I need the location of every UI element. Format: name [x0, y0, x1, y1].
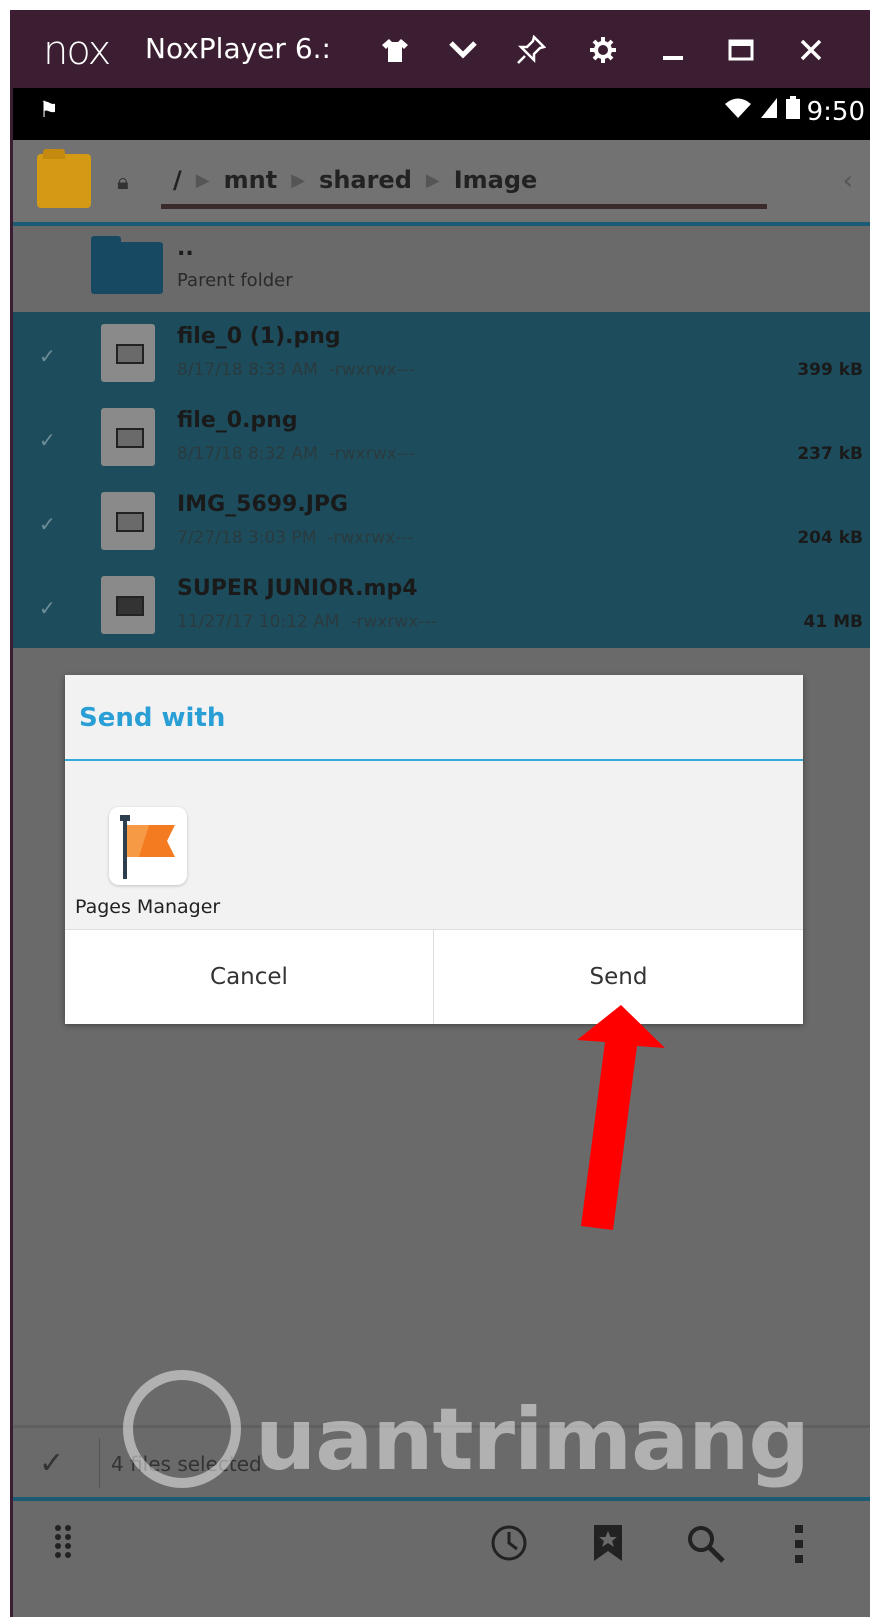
- file-meta: 11/27/17 10:12 AM -rwxrwx---: [177, 612, 437, 632]
- file-row[interactable]: ✓ file_0.png 8/17/18 8:32 AM -rwxrwx--- …: [13, 396, 870, 480]
- status-indicators: 9:50: [723, 96, 865, 127]
- chevron-right-icon: ▶: [291, 169, 306, 191]
- file-row[interactable]: ✓ IMG_5699.JPG 7/27/18 3:03 PM -rwxrwx--…: [13, 480, 870, 564]
- checkbox-icon[interactable]: ✓: [39, 428, 61, 452]
- wifi-icon: [723, 96, 753, 127]
- image-file-icon: [101, 408, 155, 466]
- file-name: IMG_5699.JPG: [177, 492, 349, 517]
- video-file-icon: [101, 576, 155, 634]
- pin-icon[interactable]: [509, 28, 553, 72]
- folder-icon[interactable]: [37, 149, 91, 208]
- window-title: NoxPlayer 6.:: [145, 32, 331, 65]
- quantrimang-watermark: uantrimang: [123, 1370, 810, 1500]
- folder-icon: [91, 236, 163, 294]
- overflow-menu-icon[interactable]: [791, 1523, 807, 1574]
- image-file-icon: [101, 324, 155, 382]
- file-name: file_0.png: [177, 408, 298, 433]
- parent-folder-name: ..: [177, 236, 194, 261]
- clock-time: 9:50: [806, 96, 865, 127]
- lightbulb-logo-icon: [123, 1370, 241, 1488]
- dialog-divider: [65, 759, 803, 761]
- file-meta: 7/27/18 3:03 PM -rwxrwx---: [177, 528, 414, 548]
- status-bar: ⚑ 9:50: [13, 88, 870, 140]
- breadcrumb: / ▶ mnt ▶ shared ▶ Image: [173, 166, 537, 194]
- file-perms: -rwxrwx---: [328, 444, 416, 464]
- file-size: 237 kB: [797, 444, 863, 464]
- close-icon[interactable]: [789, 28, 833, 72]
- bottom-toolbar: [13, 1497, 870, 1617]
- file-meta: 8/17/18 8:32 AM -rwxrwx---: [177, 444, 415, 464]
- file-meta: 8/17/18 8:33 AM -rwxrwx---: [177, 360, 415, 380]
- file-size: 41 MB: [803, 612, 863, 632]
- history-clock-icon[interactable]: [489, 1523, 529, 1572]
- file-row[interactable]: ✓ file_0 (1).png 8/17/18 8:33 AM -rwxrwx…: [13, 312, 870, 396]
- screenshot-frame: nox NoxPlayer 6.: ⚑ 9:50 🔒︎ / ▶ mnt ▶ sh…: [0, 0, 870, 1617]
- checkbox-icon[interactable]: ✓: [39, 512, 61, 536]
- signal-icon: [759, 96, 779, 127]
- title-bar: nox NoxPlayer 6.:: [13, 10, 870, 88]
- breadcrumb-underline: [161, 204, 767, 209]
- checkmark-icon[interactable]: ✓: [39, 1446, 64, 1481]
- home-icon[interactable]: [373, 28, 417, 72]
- red-arrow-annotation: [553, 1000, 673, 1244]
- file-date: 8/17/18 8:32 AM: [177, 444, 318, 464]
- search-icon[interactable]: [685, 1523, 727, 1574]
- file-list: .. Parent folder ✓ file_0 (1).png 8/17/1…: [13, 226, 870, 648]
- file-name: file_0 (1).png: [177, 324, 341, 349]
- app-label[interactable]: Pages Manager: [75, 896, 220, 918]
- breadcrumb-image[interactable]: Image: [454, 166, 538, 194]
- breadcrumb-shared[interactable]: shared: [319, 166, 412, 194]
- cancel-button[interactable]: Cancel: [65, 930, 434, 1024]
- dialog-title: Send with: [79, 703, 226, 733]
- breadcrumb-mnt[interactable]: mnt: [224, 166, 278, 194]
- checkbox-icon[interactable]: ✓: [39, 344, 61, 368]
- bookmark-icon[interactable]: [591, 1523, 625, 1572]
- parent-folder-row[interactable]: .. Parent folder: [13, 226, 870, 312]
- gear-icon[interactable]: [581, 28, 625, 72]
- dialog-button-row: Cancel Send: [65, 929, 803, 1024]
- nox-logo: nox: [43, 28, 111, 74]
- file-perms: -rwxrwx---: [350, 612, 437, 632]
- battery-icon: [785, 96, 801, 127]
- path-bar: 🔒︎ / ▶ mnt ▶ shared ▶ Image ‹: [13, 140, 870, 226]
- parent-folder-label: Parent folder: [177, 270, 293, 291]
- file-date: 8/17/18 8:33 AM: [177, 360, 318, 380]
- notification-flag-icon: ⚑: [39, 98, 59, 123]
- maximize-icon[interactable]: [719, 28, 763, 72]
- image-file-icon: [101, 492, 155, 550]
- send-with-dialog: Send with Pages Manager Cancel Send: [65, 675, 803, 1024]
- file-name: SUPER JUNIOR.mp4: [177, 576, 418, 601]
- file-date: 11/27/17 10:12 AM: [177, 612, 340, 632]
- chevron-right-icon: ▶: [425, 169, 440, 191]
- nox-window: nox NoxPlayer 6.: ⚑ 9:50 🔒︎ / ▶ mnt ▶ sh…: [10, 10, 870, 1617]
- minimize-icon[interactable]: [651, 28, 695, 72]
- file-row[interactable]: ✓ SUPER JUNIOR.mp4 11/27/17 10:12 AM -rw…: [13, 564, 870, 648]
- checkbox-icon[interactable]: ✓: [39, 596, 61, 620]
- chevron-right-icon: ▶: [195, 169, 210, 191]
- breadcrumb-root[interactable]: /: [173, 166, 182, 194]
- divider: [99, 1438, 100, 1488]
- grid-menu-icon[interactable]: [53, 1523, 77, 1568]
- file-date: 7/27/18 3:03 PM: [177, 528, 317, 548]
- file-perms: -rwxrwx---: [328, 360, 416, 380]
- chevron-down-icon[interactable]: [441, 28, 485, 72]
- file-size: 399 kB: [797, 360, 863, 380]
- lock-icon[interactable]: 🔒︎: [117, 170, 129, 195]
- pages-manager-app-icon[interactable]: [109, 807, 187, 885]
- watermark-text: uantrimang: [255, 1390, 810, 1490]
- chevron-left-icon[interactable]: ‹: [843, 166, 853, 196]
- file-size: 204 kB: [797, 528, 863, 548]
- file-perms: -rwxrwx---: [327, 528, 414, 548]
